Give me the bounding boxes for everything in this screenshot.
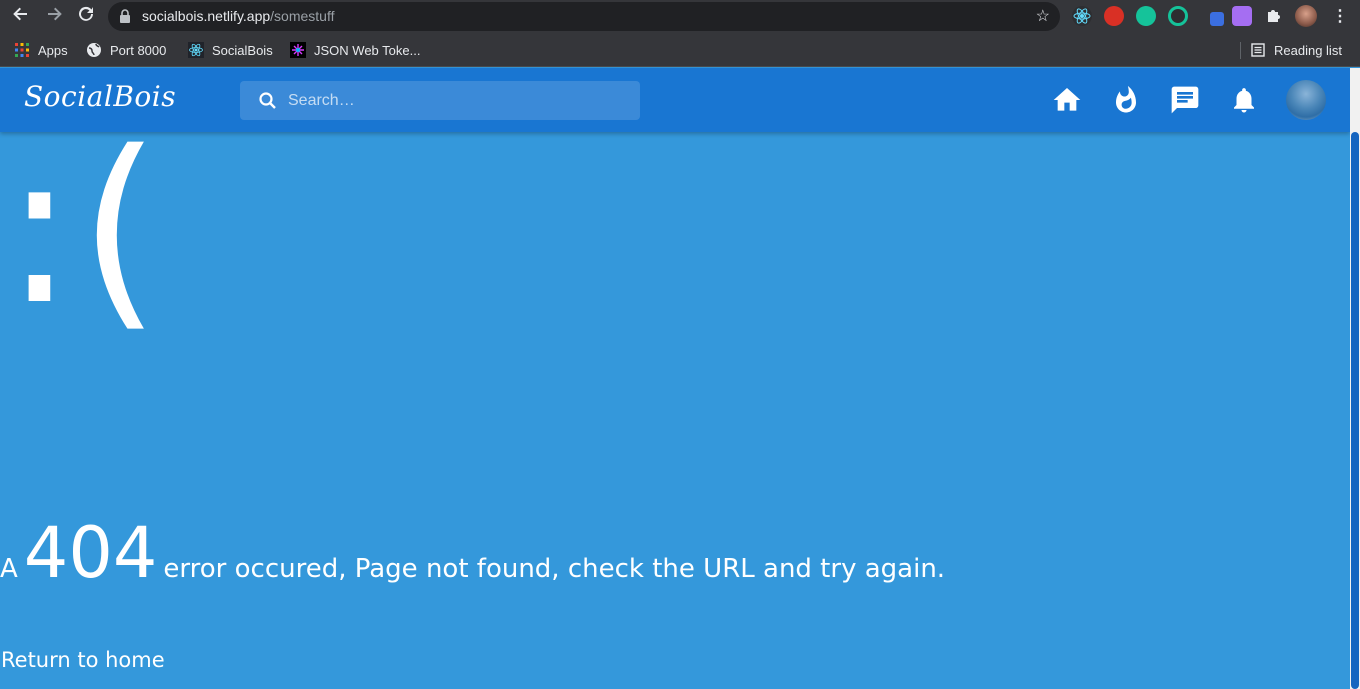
chat-icon <box>1171 86 1199 114</box>
reading-list-button[interactable]: Reading list <box>1250 41 1342 59</box>
ublock-extension-icon[interactable] <box>1104 6 1124 26</box>
home-button[interactable] <box>1049 82 1085 118</box>
user-avatar[interactable] <box>1286 80 1326 120</box>
bookmark-apps[interactable]: Apps <box>14 41 68 59</box>
apps-grid-icon <box>15 43 29 57</box>
globe-icon <box>87 43 101 57</box>
grammarly-extension-icon[interactable] <box>1136 6 1156 26</box>
bookmark-label: Apps <box>38 42 68 58</box>
bell-icon <box>1234 88 1254 113</box>
browser-toolbar: socialbois.netlify.app/somestuff ☆ ⋮ <box>0 0 1360 34</box>
bookmark-label: Port 8000 <box>110 42 167 58</box>
search-input[interactable] <box>288 87 628 114</box>
bookmark-json-web-token[interactable]: JSON Web Toke... <box>290 41 420 59</box>
error-code: 404 <box>23 512 158 594</box>
bookmark-star-icon[interactable]: ☆ <box>1036 6 1050 26</box>
reading-list-icon <box>1251 43 1265 57</box>
lock-icon <box>120 9 130 23</box>
error-prefix: A <box>0 554 18 584</box>
profile-avatar-icon[interactable] <box>1295 5 1317 27</box>
bookmarks-divider <box>1240 42 1241 59</box>
url-text: socialbois.netlify.app/somestuff <box>142 8 335 24</box>
browser-menu-icon[interactable]: ⋮ <box>1332 6 1348 26</box>
address-bar[interactable]: socialbois.netlify.app/somestuff ☆ <box>108 2 1060 31</box>
bookmark-label: SocialBois <box>212 42 273 58</box>
reload-icon[interactable] <box>74 5 98 29</box>
notifications-button[interactable] <box>1226 82 1262 118</box>
reading-list-label: Reading list <box>1274 42 1342 58</box>
bookmark-socialbois[interactable]: SocialBois <box>188 41 273 59</box>
circle-extension-icon[interactable] <box>1168 6 1188 26</box>
react-icon <box>188 42 204 58</box>
whatshot-icon <box>1116 85 1136 113</box>
bookmarks-bar: Apps Port 8000 SocialBois JSON Web Toke.… <box>0 34 1360 67</box>
sad-face: :( <box>4 106 165 351</box>
error-message: A 404 error occured, Page not found, che… <box>0 512 945 594</box>
back-arrow-icon[interactable] <box>9 5 33 29</box>
scrollbar-thumb[interactable] <box>1351 132 1359 689</box>
return-home-link[interactable]: Return to home <box>1 648 165 672</box>
bookmark-label: JSON Web Toke... <box>314 42 421 58</box>
error-text: error occured, Page not found, check the… <box>163 554 946 584</box>
home-icon <box>1053 88 1081 111</box>
bookmark-port-8000[interactable]: Port 8000 <box>86 41 166 59</box>
pen-extension-icon[interactable] <box>1210 12 1224 26</box>
react-devtools-extension-icon[interactable] <box>1072 6 1092 26</box>
app-header: SocialBois <box>0 68 1350 132</box>
search-bar[interactable] <box>240 81 640 120</box>
purple-extension-icon[interactable] <box>1232 6 1252 26</box>
forward-arrow-icon[interactable] <box>42 5 66 29</box>
jwt-icon <box>290 42 306 58</box>
puzzle-extensions-icon[interactable] <box>1264 6 1284 26</box>
messages-button[interactable] <box>1167 82 1203 118</box>
trending-button[interactable] <box>1108 82 1144 118</box>
search-icon <box>259 92 276 109</box>
